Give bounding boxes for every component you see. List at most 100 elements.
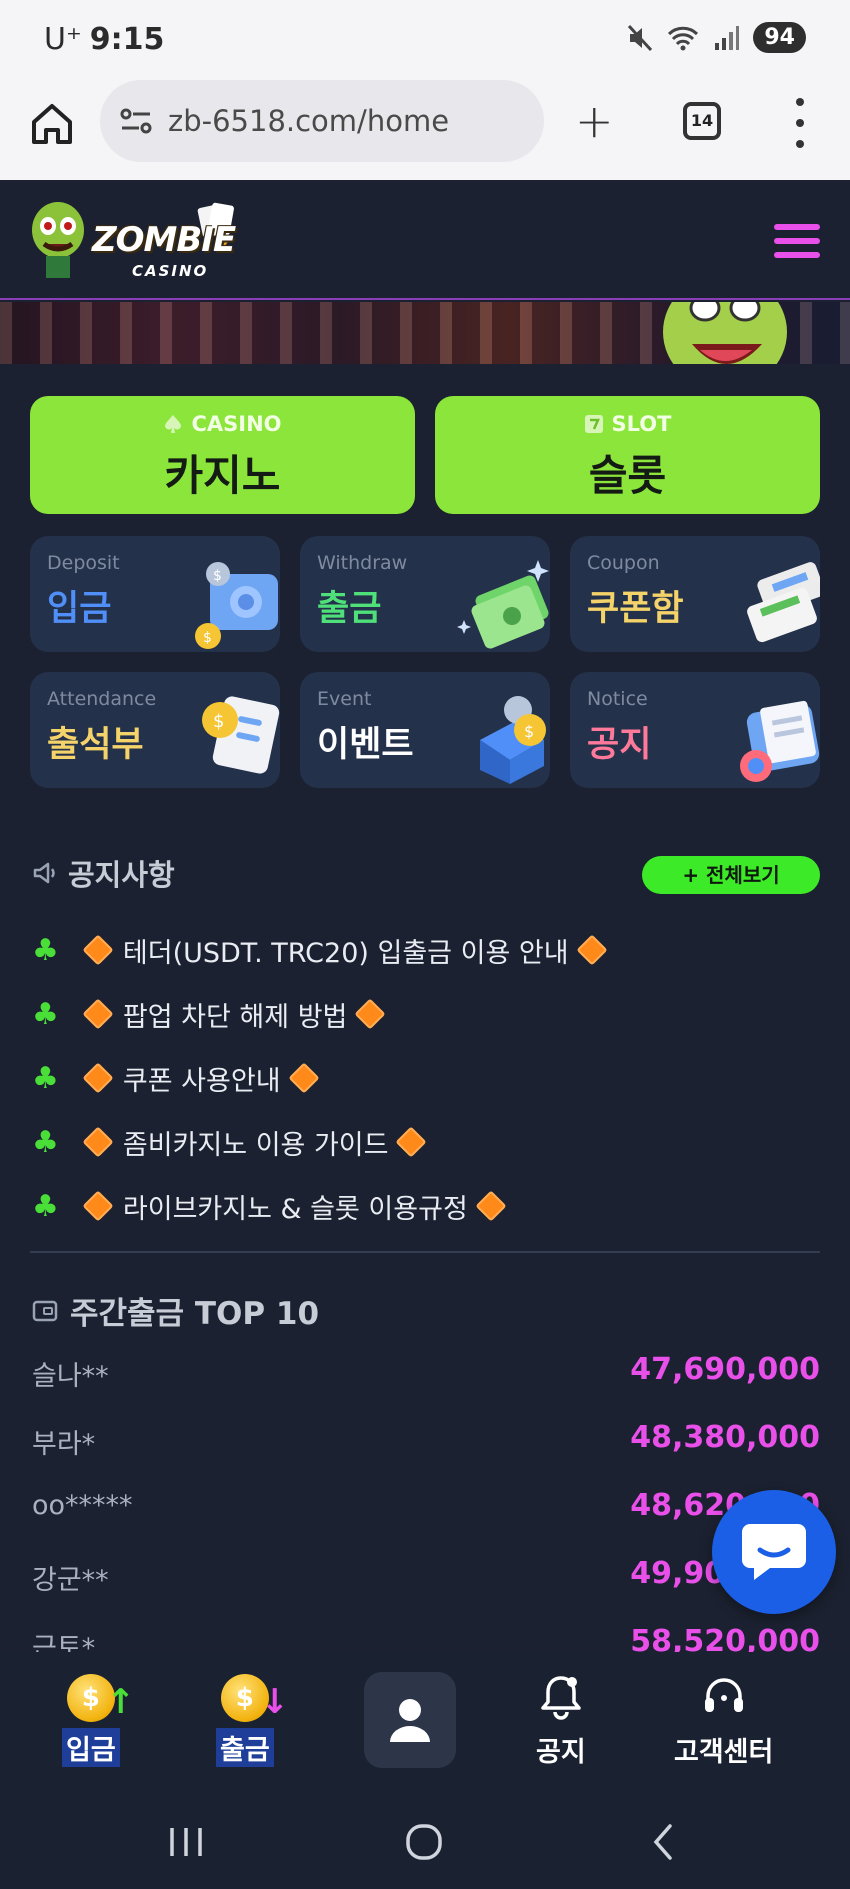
tile-withdraw[interactable]: Withdraw 출금	[300, 536, 550, 652]
section-divider	[30, 1251, 820, 1253]
status-bar: U⁺ 9:15 94	[0, 0, 850, 80]
nav-profile-button[interactable]	[364, 1672, 456, 1768]
deposit-coin-icon: $ ↑	[66, 1674, 135, 1722]
mute-icon	[628, 24, 653, 51]
notice-text: 쿠폰 사용안내	[122, 1065, 281, 1097]
new-tab-icon[interactable]: +	[575, 94, 614, 148]
tile-en-label: Coupon	[587, 552, 660, 574]
home-icon[interactable]	[26, 98, 78, 150]
slot-seven-icon	[584, 415, 603, 433]
nav-withdraw[interactable]: $ ↓ 출금	[216, 1674, 289, 1767]
club-icon: ♣	[32, 1124, 59, 1160]
slot-sub-text: SLOT	[611, 412, 672, 436]
top10-name: 슬나**	[32, 1361, 109, 1392]
back-icon[interactable]	[648, 1822, 678, 1862]
logo-text: ZOMBIE	[92, 220, 236, 260]
diamond-icon	[475, 1190, 507, 1222]
top10-header: 주간출금 TOP 10	[32, 1288, 319, 1333]
site-logo[interactable]: ZOMBIE CASINO	[30, 196, 240, 286]
tile-ko-label: 입금	[47, 589, 112, 629]
cash-stack-icon	[457, 560, 549, 649]
notice-item[interactable]: ♣ 좀비카지노 이용 가이드	[32, 1110, 822, 1174]
notice-item[interactable]: ♣ 쿠폰 사용안내	[32, 1046, 822, 1110]
wallet-icon	[32, 1300, 58, 1321]
logo-subtext: CASINO	[132, 262, 209, 280]
top10-list: 슬나** 47,690,000 부라* 48,380,000 oo***** 4…	[30, 1340, 820, 1652]
system-nav-bar	[0, 1802, 850, 1889]
signal-icon	[715, 25, 740, 50]
megaphone-icon	[33, 862, 55, 884]
nav-support[interactable]: 고객센터	[674, 1674, 773, 1769]
top10-row: oo***** 48,620,000	[30, 1476, 820, 1544]
top10-name: 근토*	[32, 1633, 96, 1652]
headset-icon	[704, 1678, 743, 1712]
top10-name: oo*****	[32, 1490, 133, 1521]
recent-apps-icon[interactable]	[166, 1824, 206, 1860]
promo-banner[interactable]	[0, 302, 850, 364]
view-all-button[interactable]: + 전체보기	[642, 856, 820, 894]
tile-en-label: Withdraw	[317, 552, 408, 574]
wifi-icon	[668, 26, 699, 50]
svg-text:$: $	[203, 630, 212, 646]
diamond-icon	[395, 1126, 428, 1158]
withdraw-coin-icon: $ ↓	[220, 1674, 289, 1722]
tile-ko-label: 이벤트	[317, 725, 414, 765]
diamond-icon	[82, 934, 114, 966]
top10-amount: 58,520,000	[630, 1624, 820, 1652]
chat-bubble-icon	[742, 1524, 806, 1580]
site-settings-icon[interactable]	[118, 103, 154, 139]
svg-text:$: $	[213, 568, 222, 584]
battery-badge: 94	[753, 22, 806, 53]
slot-sub-label: SLOT	[435, 412, 820, 436]
nav-notice-label: 공지	[536, 1737, 586, 1768]
zombie-mascot-image	[663, 302, 787, 364]
top10-amount: 48,380,000	[630, 1420, 820, 1455]
tile-coupon[interactable]: Coupon 쿠폰함	[570, 536, 820, 652]
attendance-card-icon: $	[202, 696, 280, 774]
tile-ko-label: 공지	[587, 725, 652, 765]
tile-deposit[interactable]: Deposit 입금 $ $	[30, 536, 280, 652]
nav-withdraw-label: 출금	[216, 1728, 274, 1767]
address-bar[interactable]: zb-6518.com/home	[100, 80, 544, 162]
notice-item[interactable]: ♣ 팝업 차단 해제 방법	[32, 982, 822, 1046]
nav-deposit[interactable]: $ ↑ 입금	[62, 1674, 135, 1767]
nav-notice[interactable]: 공지	[536, 1674, 586, 1769]
notice-text: 라이브카지노 & 슬롯 이용규정	[122, 1193, 468, 1225]
tile-attendance[interactable]: Attendance 출석부 $	[30, 672, 280, 788]
notice-text: 좀비카지노 이용 가이드	[122, 1129, 389, 1161]
diamond-icon	[354, 998, 386, 1030]
gift-box-icon: $	[480, 696, 546, 784]
slot-button[interactable]: SLOT 슬롯	[435, 396, 820, 514]
more-menu-icon[interactable]	[790, 98, 810, 148]
notice-header: 공지사항	[32, 852, 175, 894]
tile-en-label: Notice	[587, 688, 648, 710]
diamond-icon	[82, 1190, 114, 1222]
notice-text: 팝업 차단 해제 방법	[122, 1001, 348, 1033]
person-icon	[390, 1699, 430, 1742]
tile-en-label: Attendance	[47, 688, 157, 710]
notice-item[interactable]: ♣ 라이브카지노 & 슬롯 이용규정	[32, 1174, 822, 1238]
arrow-down-icon: ↓	[260, 1682, 289, 1722]
diamond-icon	[287, 1062, 320, 1094]
tab-switcher-button[interactable]: 14	[683, 102, 721, 140]
tile-ko-label: 쿠폰함	[587, 589, 684, 629]
clock: 9:15	[89, 22, 165, 57]
tile-notice[interactable]: Notice 공지	[570, 672, 820, 788]
tile-event[interactable]: Event 이벤트 $	[300, 672, 550, 788]
home-nav-icon[interactable]	[404, 1822, 444, 1862]
top10-row: 부라* 48,380,000	[30, 1408, 820, 1476]
hamburger-menu-icon[interactable]	[774, 224, 820, 258]
club-icon: ♣	[32, 996, 59, 1032]
tile-ko-label: 출금	[317, 589, 382, 629]
club-icon: ♣	[32, 1060, 59, 1096]
svg-text:$: $	[213, 711, 224, 732]
top10-row: 강군** 49,900,000	[30, 1544, 820, 1612]
club-icon: ♣	[32, 932, 59, 968]
url-text: zb-6518.com/home	[168, 104, 450, 138]
live-chat-button[interactable]	[712, 1490, 836, 1614]
casino-button[interactable]: CASINO 카지노	[30, 396, 415, 514]
top10-row: 슬나** 47,690,000	[30, 1340, 820, 1408]
notice-title: 공지사항	[68, 858, 175, 892]
casino-sub-text: CASINO	[191, 412, 282, 436]
notice-item[interactable]: ♣ 테더(USDT. TRC20) 입출금 이용 안내	[32, 918, 822, 982]
